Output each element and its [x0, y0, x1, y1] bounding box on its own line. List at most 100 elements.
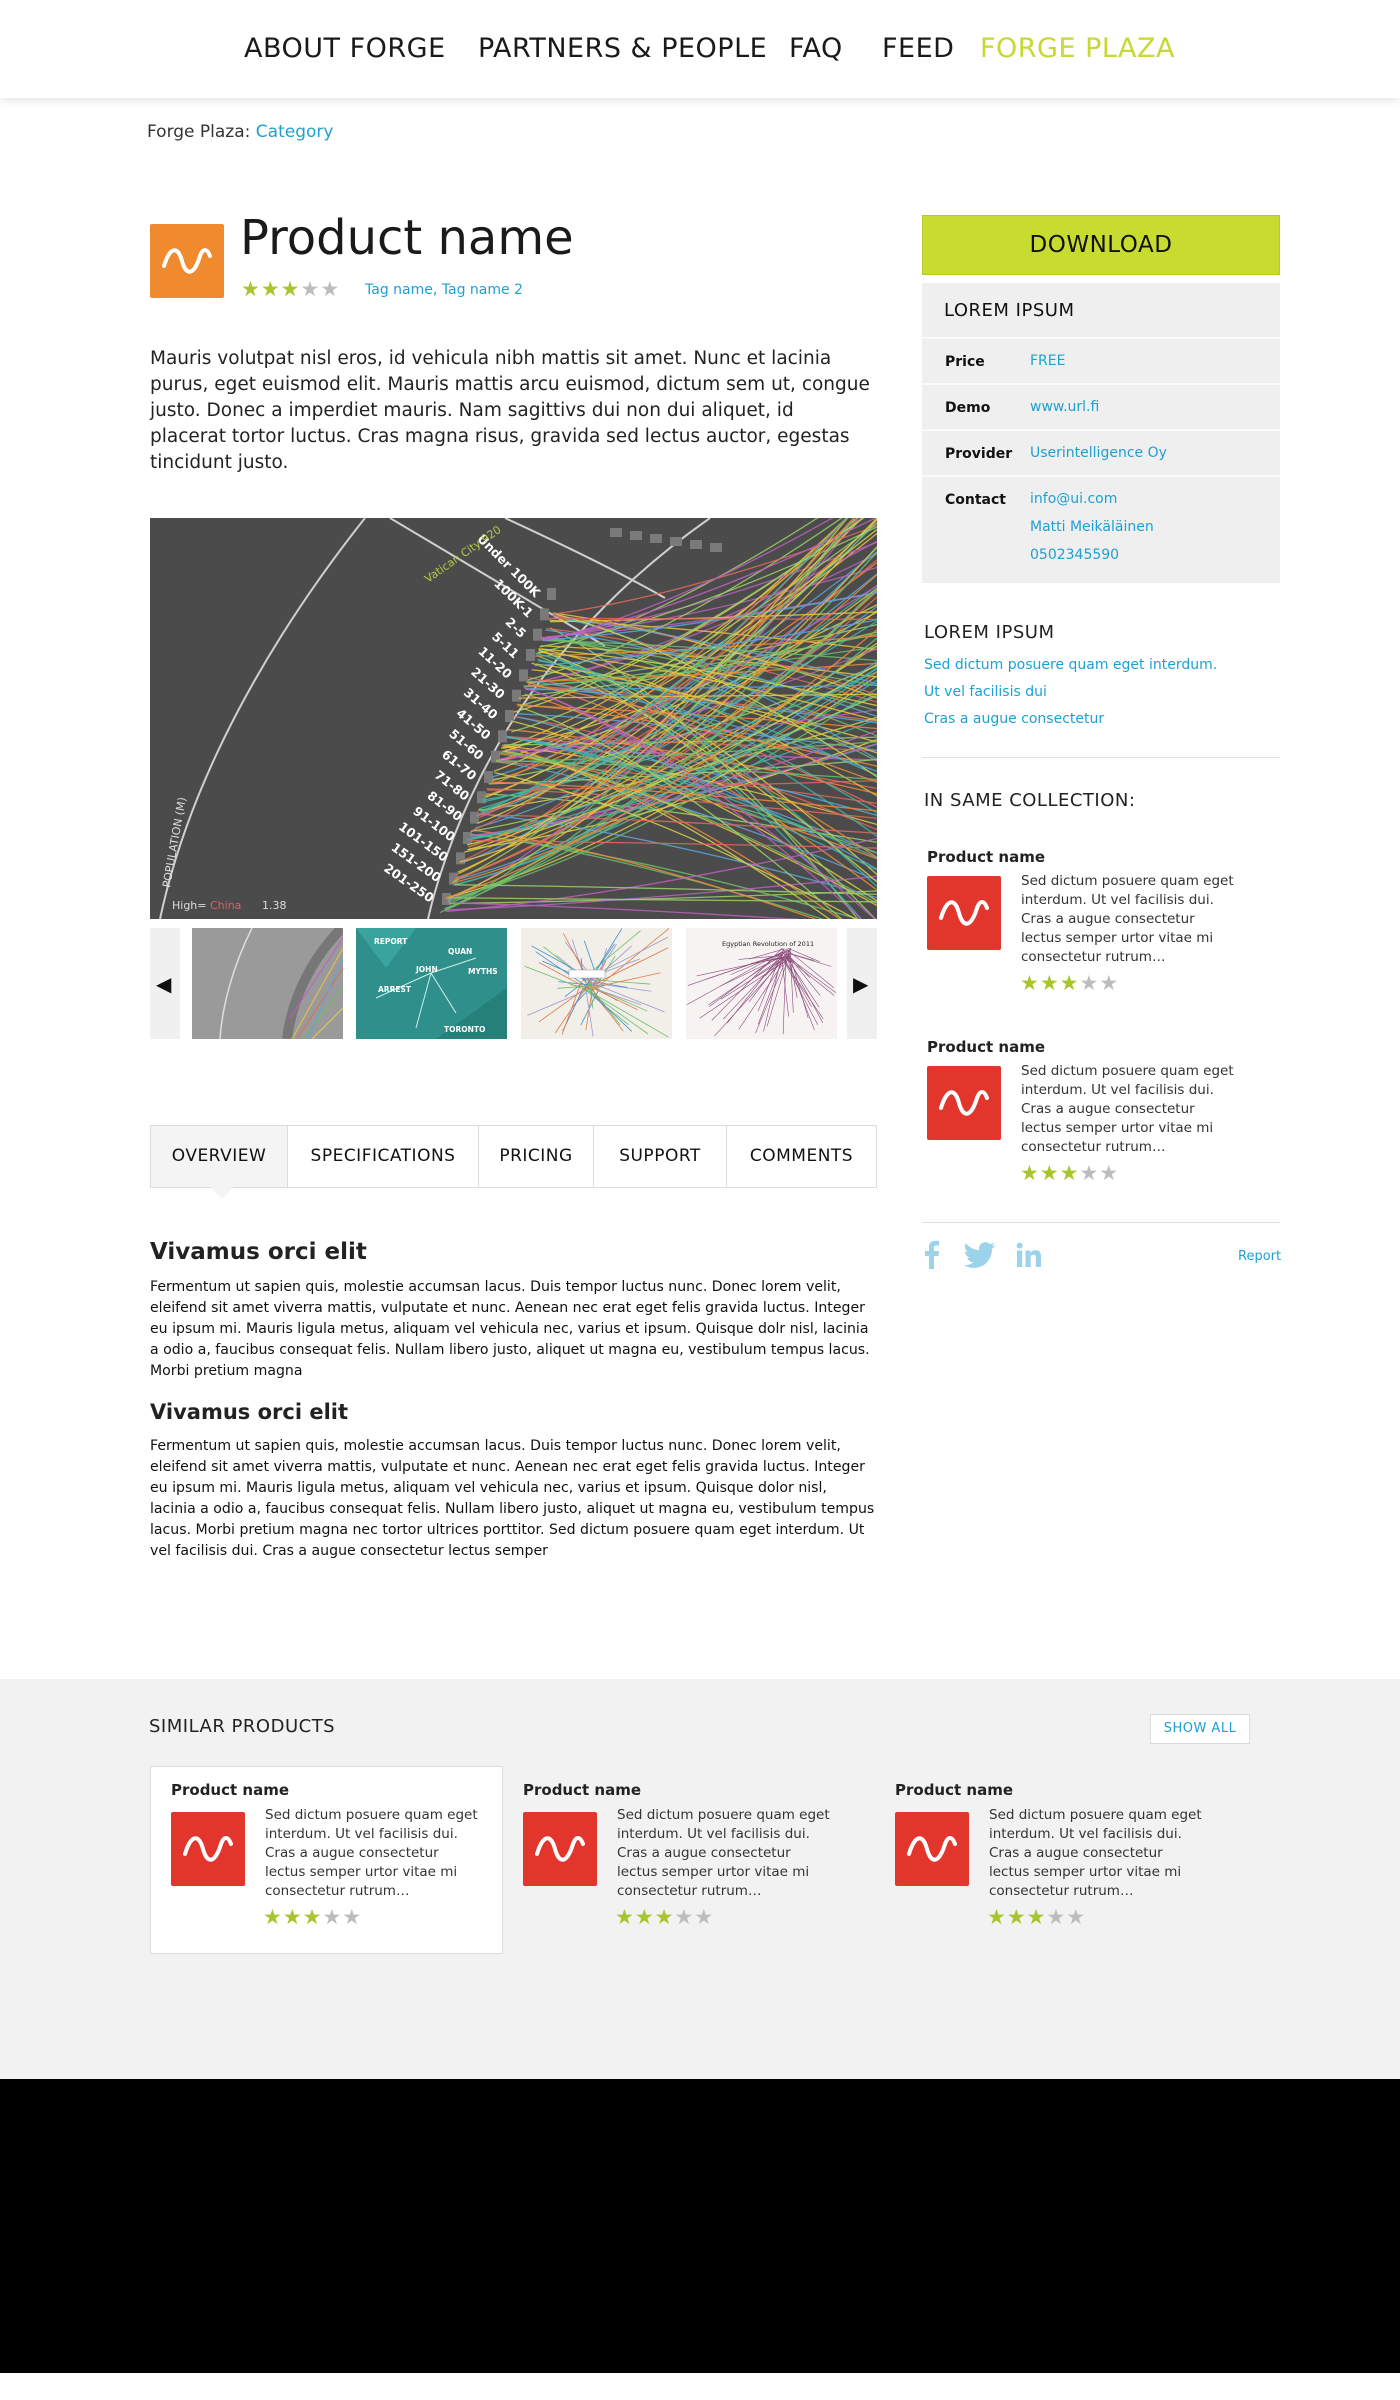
similar-item-desc: Sed dictum posuere quam eget interdum. U… — [989, 1807, 1202, 1899]
main-screenshot[interactable]: Under 100K 100K-1 2-5 5-11 11-20 21-30 31-40 41… — [150, 518, 877, 919]
wave-icon — [535, 1836, 585, 1862]
similar-item-logo[interactable] — [523, 1812, 597, 1886]
star-icon: ★ — [694, 1905, 714, 1929]
star-icon: ★ — [1099, 1161, 1119, 1185]
star-icon: ★ — [320, 277, 340, 301]
linkedin-icon[interactable] — [1016, 1242, 1042, 1268]
similar-item-title[interactable]: Product name — [523, 1781, 641, 1799]
tab-support[interactable]: SUPPORT — [594, 1126, 727, 1187]
star-icon: ★ — [1006, 1905, 1026, 1929]
breadcrumb-category-link[interactable]: Category — [256, 122, 334, 142]
nav-about-forge[interactable]: ABOUT FORGE — [244, 33, 446, 64]
similar-item-logo[interactable] — [171, 1812, 245, 1886]
section-body: Fermentum ut sapien quis, molestie accum… — [150, 1438, 875, 1559]
star-icon: ★ — [1026, 1905, 1046, 1929]
contact-name[interactable]: Matti Meikäläinen — [1030, 519, 1154, 535]
tab-specifications[interactable]: SPECIFICATIONS — [288, 1126, 479, 1187]
thumbnail-4[interactable]: Egyptian Revolution of 2011 — [686, 928, 837, 1039]
thumbnail-image: REPORT JOHN QUAN MYTHS ARREST TORONTO — [356, 928, 507, 1039]
contact-label: Contact — [945, 492, 1006, 508]
nav-feed[interactable]: FEED — [882, 33, 954, 64]
range-block — [690, 540, 702, 549]
similar-item-title[interactable]: Product name — [171, 1781, 289, 1799]
arrow-right-icon: ▶ — [853, 972, 869, 996]
collection-item-logo[interactable] — [927, 876, 1001, 950]
provider-label: Provider — [945, 446, 1013, 462]
thumbnail-2[interactable]: REPORT JOHN QUAN MYTHS ARREST TORONTO — [356, 928, 507, 1039]
show-all-button[interactable]: SHOW ALL — [1150, 1714, 1250, 1744]
range-block — [650, 534, 662, 543]
demo-link[interactable]: www.url.fi — [1030, 399, 1099, 415]
product-tabs: OVERVIEW SPECIFICATIONS PRICING SUPPORT … — [150, 1125, 877, 1188]
thumbnail-label: JOHN — [415, 965, 438, 974]
price-value: FREE — [1030, 353, 1066, 369]
star-icon: ★ — [241, 277, 260, 301]
star-icon: ★ — [987, 1905, 1006, 1929]
report-link[interactable]: Report — [1238, 1249, 1281, 1264]
provider-link[interactable]: Userintelligence Oy — [1030, 445, 1167, 461]
thumbnail-label: TORONTO — [444, 1025, 485, 1034]
star-icon: ★ — [280, 277, 300, 301]
star-icon: ★ — [322, 1905, 342, 1929]
star-icon: ★ — [282, 1905, 302, 1929]
star-icon: ★ — [1079, 1161, 1099, 1185]
twitter-icon[interactable] — [964, 1242, 996, 1268]
star-icon: ★ — [1020, 971, 1039, 995]
collection-item-title[interactable]: Product name — [927, 1038, 1045, 1056]
collection-item-rating: ★ ★ ★ ★ ★ — [1020, 973, 1118, 994]
breadcrumb: Forge Plaza: Category — [147, 122, 333, 142]
tab-pricing[interactable]: PRICING — [479, 1126, 594, 1187]
similar-item-title[interactable]: Product name — [895, 1781, 1013, 1799]
tab-overview[interactable]: OVERVIEW — [151, 1126, 288, 1187]
collection-item-desc: Sed dictum posuere quam eget interdum. U… — [1021, 873, 1234, 965]
range-block — [610, 528, 622, 537]
section-body: Fermentum ut sapien quis, molestie accum… — [150, 1279, 870, 1379]
product-title: Product name — [240, 210, 574, 266]
product-description: Mauris volutpat nisl eros, id vehicula n… — [150, 348, 870, 473]
top-nav: ABOUT FORGE PARTNERS & PEOPLE FAQ FEED F… — [0, 0, 1400, 98]
contact-email[interactable]: info@ui.com — [1030, 491, 1117, 507]
facebook-icon[interactable] — [920, 1239, 942, 1269]
collection-item-logo[interactable] — [927, 1066, 1001, 1140]
divider — [922, 475, 1280, 477]
range-block — [540, 608, 549, 621]
similar-item-rating: ★ ★ ★ ★ ★ — [263, 1907, 361, 1928]
star-icon: ★ — [1059, 971, 1079, 995]
thumbnail-label: REPORT — [374, 937, 408, 946]
thumbnail-label: MYTHS — [468, 967, 498, 976]
sidebar-link[interactable]: Cras a augue consectetur — [924, 711, 1104, 727]
nav-partners-people[interactable]: PARTNERS & PEOPLE — [478, 33, 767, 64]
wave-icon — [183, 1836, 233, 1862]
sidebar-link[interactable]: Sed dictum posuere quam eget interdum. — [924, 657, 1217, 673]
nav-forge-plaza[interactable]: FORGE PLAZA — [980, 33, 1175, 64]
similar-item-desc: Sed dictum posuere quam eget interdum. U… — [617, 1807, 830, 1899]
sidebar-link[interactable]: Ut vel facilisis dui — [924, 684, 1047, 700]
thumbnail-label: ARREST — [378, 985, 412, 994]
tab-comments[interactable]: COMMENTS — [727, 1126, 876, 1187]
wave-icon — [907, 1836, 957, 1862]
download-button[interactable]: DOWNLOAD — [922, 215, 1280, 275]
next-arrow-button[interactable]: ▶ — [847, 928, 877, 1039]
prev-arrow-button[interactable]: ◀ — [150, 928, 180, 1039]
divider — [922, 337, 1280, 339]
range-block — [533, 628, 542, 641]
product-tags[interactable]: Tag name, Tag name 2 — [365, 282, 523, 298]
nav-faq[interactable]: FAQ — [789, 33, 843, 64]
contact-phone[interactable]: 0502345590 — [1030, 547, 1119, 563]
thumbnail-strip: ◀ REPORT JOHN QUAN MYTHS ARREST TORONTO — [150, 928, 877, 1039]
footer — [0, 2079, 1400, 2373]
range-block — [512, 689, 521, 702]
range-block — [470, 811, 479, 824]
similar-products-heading: SIMILAR PRODUCTS — [149, 1716, 336, 1737]
thumbnail-1[interactable] — [192, 928, 343, 1039]
demo-label: Demo — [945, 400, 991, 416]
wave-icon — [939, 1090, 989, 1116]
star-icon: ★ — [654, 1905, 674, 1929]
similar-item-logo[interactable] — [895, 1812, 969, 1886]
connection-line — [549, 617, 877, 620]
collection-item-title[interactable]: Product name — [927, 848, 1045, 866]
breadcrumb-root[interactable]: Forge Plaza: — [147, 122, 250, 142]
thumbnail-3[interactable] — [521, 928, 672, 1039]
star-icon: ★ — [1039, 1161, 1059, 1185]
similar-item-rating: ★ ★ ★ ★ ★ — [615, 1907, 713, 1928]
